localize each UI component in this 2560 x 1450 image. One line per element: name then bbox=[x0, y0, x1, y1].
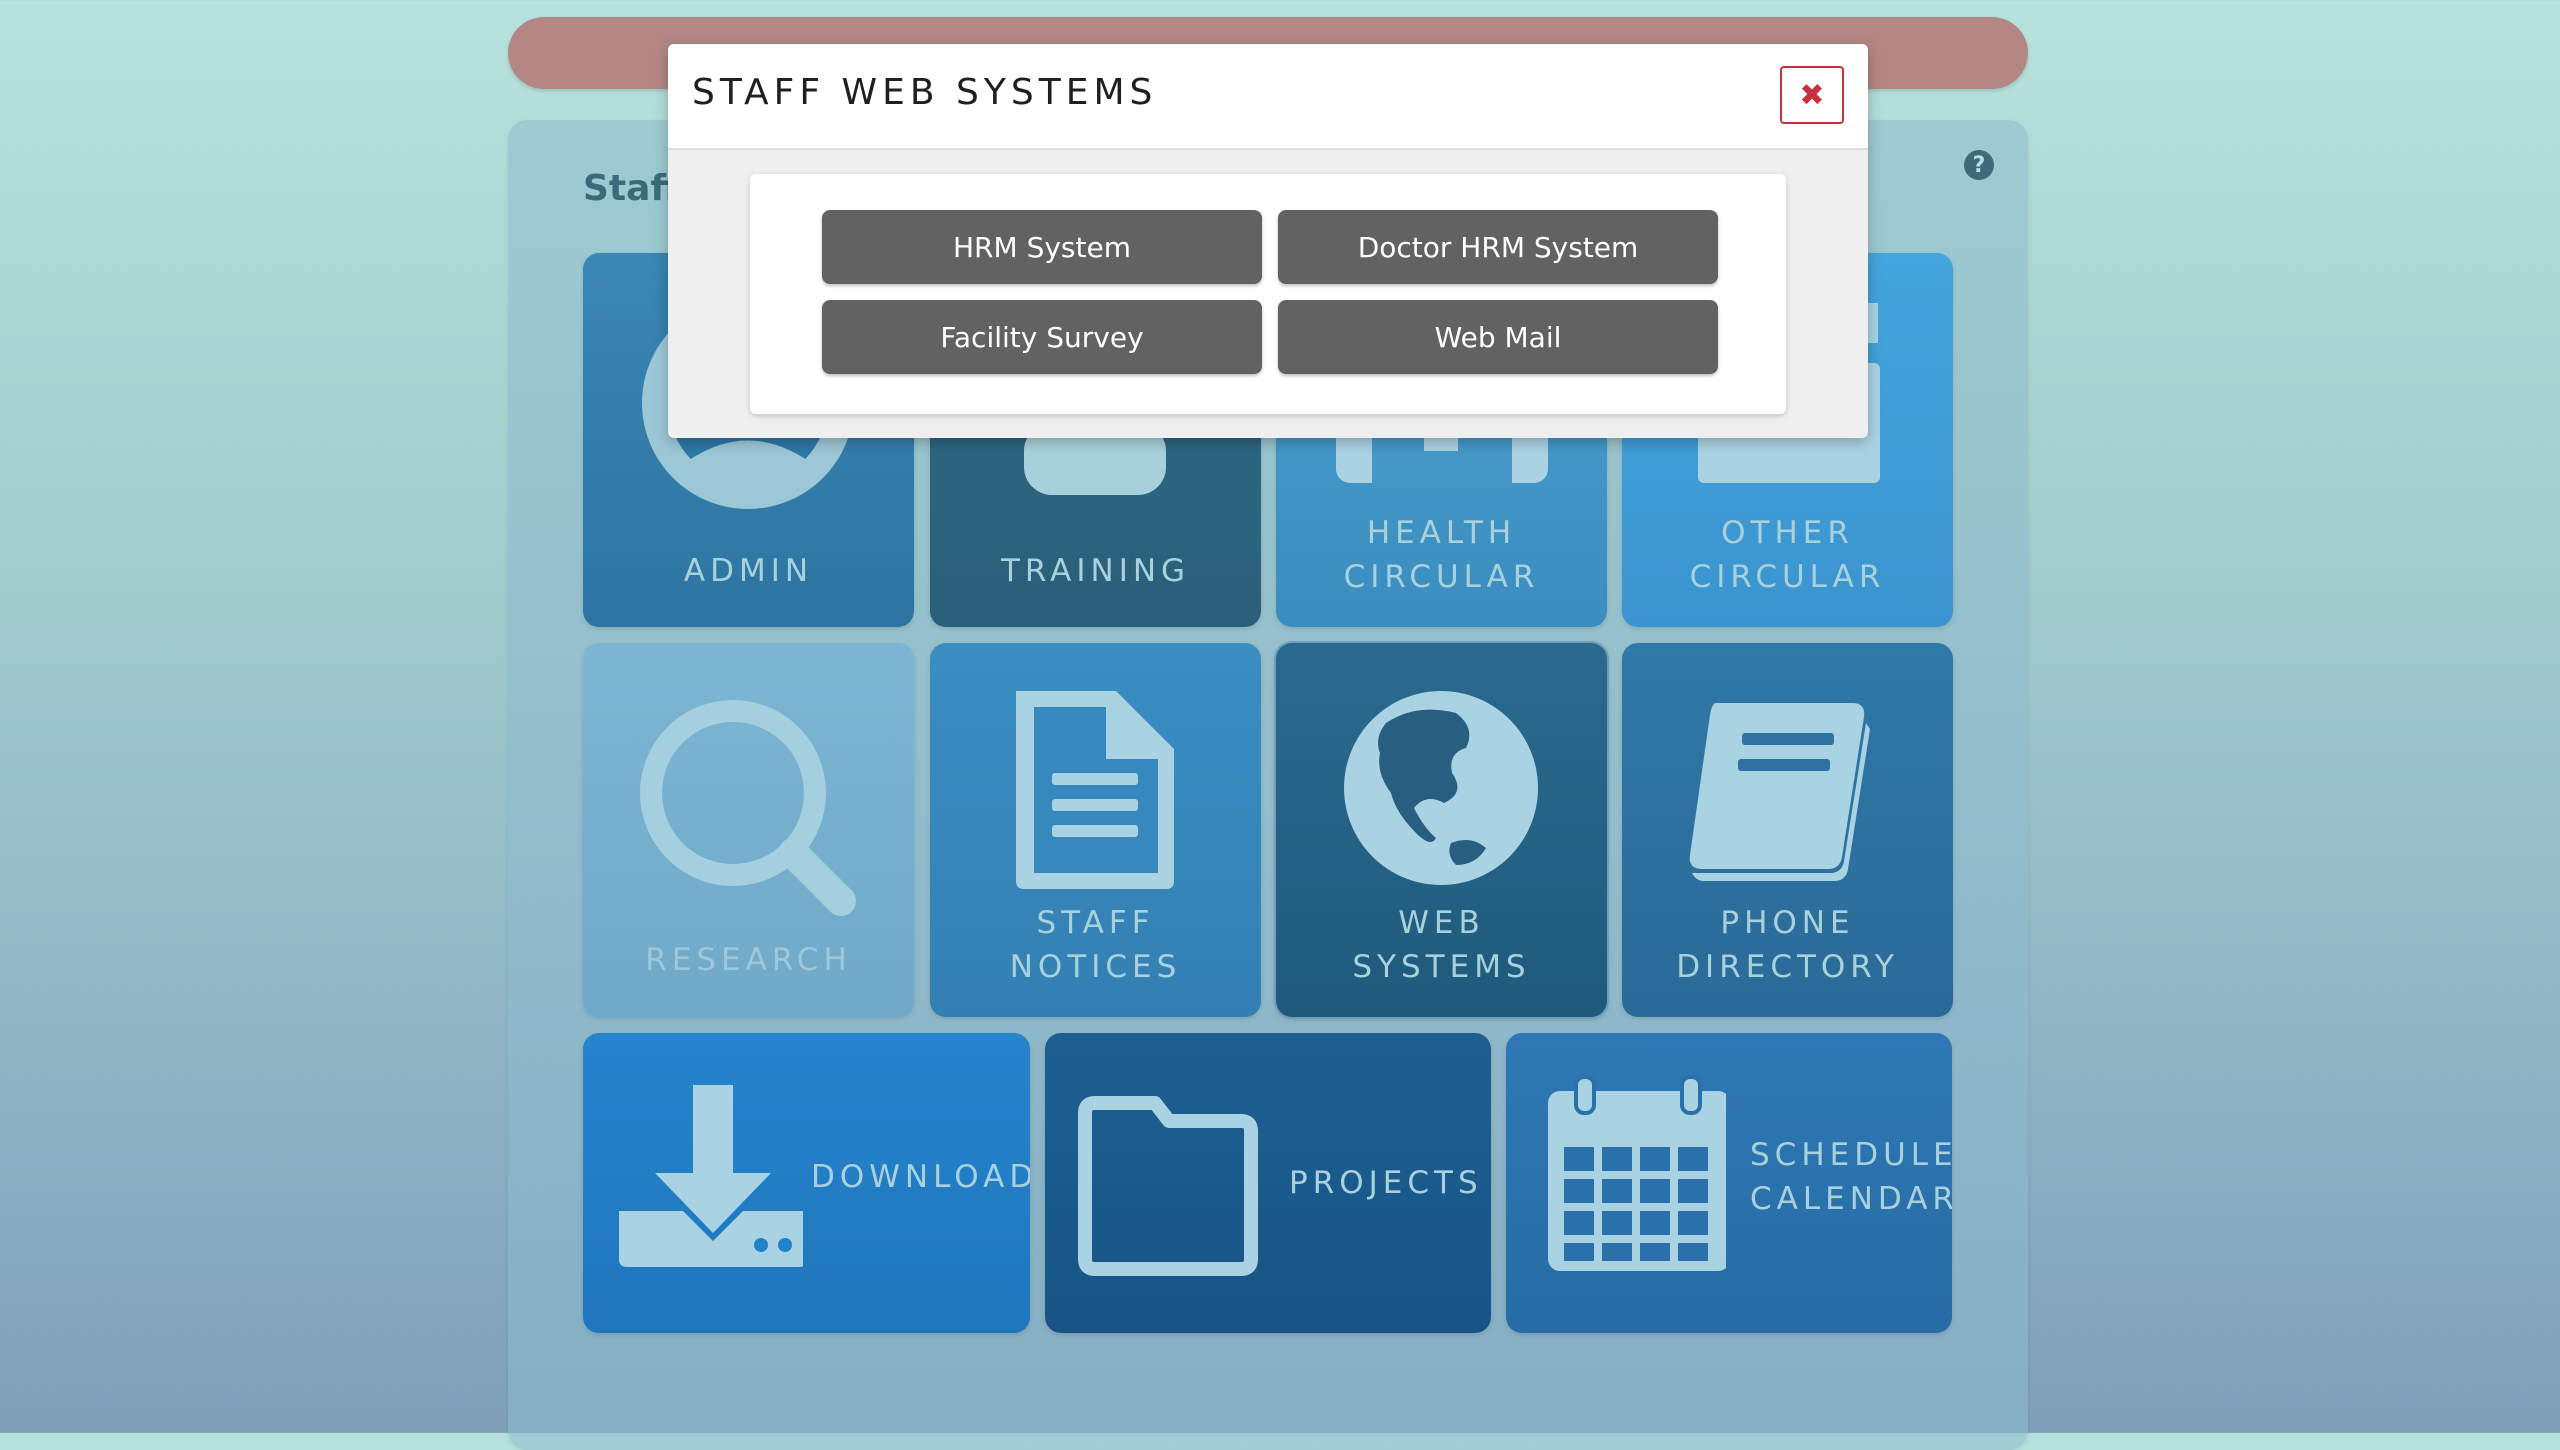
folder-icon bbox=[1078, 1096, 1258, 1276]
tile-phone-line2: DIRECTORY bbox=[1676, 949, 1899, 985]
web-mail-button[interactable]: Web Mail bbox=[1278, 300, 1718, 374]
tile-web-line2: SYSTEMS bbox=[1352, 949, 1531, 985]
calendar-icon bbox=[1548, 1075, 1726, 1271]
close-button[interactable]: ✖ bbox=[1780, 66, 1844, 124]
web-systems-modal: STAFF WEB SYSTEMS ✖ HRM System Doctor HR… bbox=[668, 44, 1868, 438]
tile-notices-line2: NOTICES bbox=[1009, 949, 1182, 985]
tile-phone-line1: PHONE bbox=[1720, 905, 1855, 941]
tile-admin-label: ADMIN bbox=[683, 553, 814, 589]
modal-button-card: HRM System Doctor HRM System Facility Su… bbox=[750, 174, 1786, 414]
tile-phone-directory[interactable]: PHONE DIRECTORY bbox=[1622, 643, 1953, 1017]
tile-research-label: RESEARCH bbox=[645, 942, 852, 978]
download-icon bbox=[619, 1085, 803, 1267]
tile-projects[interactable]: PROJECTS bbox=[1045, 1033, 1491, 1333]
tile-projects-label: PROJECTS bbox=[1289, 1165, 1483, 1201]
tile-staff-notices[interactable]: STAFF NOTICES bbox=[930, 643, 1261, 1017]
tile-download[interactable]: DOWNLOAD bbox=[583, 1033, 1030, 1333]
tile-web-systems[interactable]: WEB SYSTEMS bbox=[1276, 643, 1607, 1017]
modal-header: STAFF WEB SYSTEMS ✖ bbox=[668, 44, 1868, 150]
tile-training-label: TRAINING bbox=[1000, 553, 1191, 589]
tile-schedule-calendar[interactable]: SCHEDULE CALENDAR bbox=[1506, 1033, 1952, 1333]
tile-health-line2: CIRCULAR bbox=[1343, 559, 1540, 595]
tile-other-line2: CIRCULAR bbox=[1689, 559, 1886, 595]
modal-title: STAFF WEB SYSTEMS bbox=[692, 72, 1158, 113]
panel-title: Staff bbox=[583, 168, 680, 209]
help-icon[interactable]: ? bbox=[1964, 150, 1994, 180]
close-icon: ✖ bbox=[1799, 78, 1825, 112]
tile-schedule-line1: SCHEDULE bbox=[1750, 1137, 1952, 1173]
hrm-system-button[interactable]: HRM System bbox=[822, 210, 1262, 284]
doctor-hrm-system-button[interactable]: Doctor HRM System bbox=[1278, 210, 1718, 284]
tile-download-label: DOWNLOAD bbox=[811, 1159, 1030, 1195]
tile-web-line1: WEB bbox=[1398, 905, 1485, 941]
tile-health-line1: HEALTH bbox=[1366, 515, 1517, 551]
tile-schedule-line2: CALENDAR bbox=[1750, 1181, 1952, 1217]
facility-survey-button[interactable]: Facility Survey bbox=[822, 300, 1262, 374]
tile-other-line1: OTHER bbox=[1721, 515, 1854, 551]
tile-notices-line1: STAFF bbox=[1036, 905, 1155, 941]
tile-research[interactable]: RESEARCH bbox=[583, 643, 914, 1017]
